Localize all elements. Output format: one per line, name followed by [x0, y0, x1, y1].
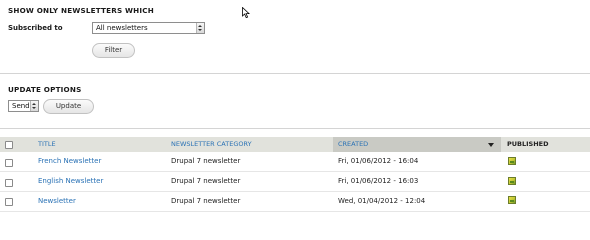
title-column-header[interactable]: TITLE [38, 137, 56, 152]
sort-desc-icon[interactable] [488, 143, 494, 147]
table-header [0, 137, 590, 152]
published-check-icon [508, 157, 516, 165]
newsletter-category-column-header[interactable]: NEWSLETTER CATEGORY [171, 137, 252, 152]
section-divider [0, 128, 590, 129]
filter-button[interactable]: Filter [92, 43, 135, 58]
row-divider [0, 191, 590, 192]
newsletter-title-link[interactable]: Newsletter [38, 192, 76, 211]
filter-section-title: SHOW ONLY NEWSLETTERS WHICH [8, 6, 154, 15]
newsletter-category-cell: Drupal 7 newsletter [171, 157, 241, 165]
update-action-value: Send [12, 102, 30, 110]
created-date-cell: Wed, 01/04/2012 - 12:04 [338, 197, 426, 205]
published-column-header: PUBLISHED [507, 140, 549, 148]
update-options-title: UPDATE OPTIONS [8, 85, 82, 94]
newsletter-title-link[interactable]: French Newsletter [38, 152, 101, 171]
subscribed-to-select[interactable]: All newsletters [92, 22, 205, 34]
subscribed-to-value: All newsletters [96, 24, 148, 32]
row-checkbox[interactable] [5, 159, 13, 167]
select-arrows-icon [30, 101, 38, 111]
subscribed-to-label: Subscribed to [8, 24, 63, 32]
newsletter-title-link[interactable]: English Newsletter [38, 172, 103, 191]
select-all-checkbox[interactable] [5, 141, 13, 149]
published-check-icon [508, 196, 516, 204]
row-checkbox[interactable] [5, 198, 13, 206]
mouse-cursor-icon [242, 7, 250, 19]
created-date-cell: Fri, 01/06/2012 - 16:04 [338, 157, 419, 165]
created-date-cell: Fri, 01/06/2012 - 16:03 [338, 177, 419, 185]
published-check-icon [508, 177, 516, 185]
row-checkbox[interactable] [5, 179, 13, 187]
created-column-header[interactable]: CREATED [338, 137, 368, 152]
select-arrows-icon [196, 23, 204, 33]
newsletter-category-cell: Drupal 7 newsletter [171, 177, 241, 185]
row-divider [0, 211, 590, 212]
update-action-select[interactable]: Send [8, 100, 39, 112]
section-divider [0, 73, 590, 74]
update-button[interactable]: Update [43, 99, 94, 114]
newsletter-category-cell: Drupal 7 newsletter [171, 197, 241, 205]
